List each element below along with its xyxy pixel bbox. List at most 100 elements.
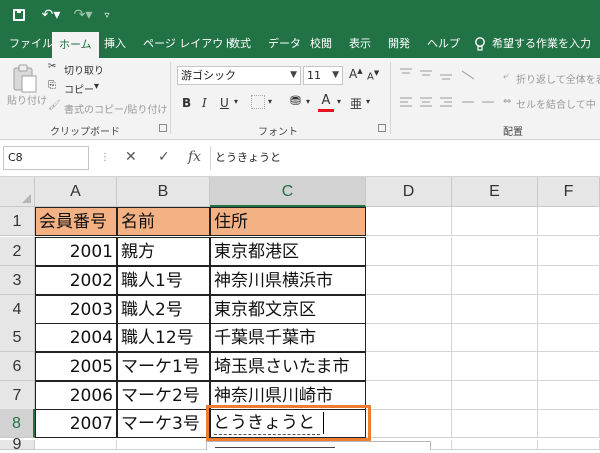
row-header-1[interactable]: 1 bbox=[0, 207, 35, 236]
cell-a4[interactable]: 2003 bbox=[35, 295, 117, 324]
border-dropdown-caret[interactable]: ▾ bbox=[268, 97, 272, 106]
font-color-dropdown-caret[interactable]: ▾ bbox=[337, 97, 341, 106]
cell-c2[interactable]: 東京都港区 bbox=[210, 237, 366, 266]
phonetic-dropdown-caret[interactable]: ▾ bbox=[366, 97, 370, 106]
column-header-c[interactable]: C bbox=[210, 177, 366, 207]
cell-d6[interactable] bbox=[366, 352, 452, 381]
cell-b6[interactable]: マーケ1号 bbox=[117, 352, 210, 381]
ime-composition-text[interactable]: とうきょうと bbox=[213, 410, 323, 436]
cell-d3[interactable] bbox=[366, 266, 452, 295]
phonetic-button[interactable]: 亜 bbox=[350, 95, 362, 112]
cell-c4[interactable]: 東京都文京区 bbox=[210, 295, 366, 324]
formula-input[interactable]: とうきょうと bbox=[210, 146, 600, 170]
cell-b1[interactable]: 名前 bbox=[117, 207, 210, 236]
column-header-b[interactable]: B bbox=[117, 177, 210, 207]
cell-a6[interactable]: 2005 bbox=[35, 352, 117, 381]
cell-a5[interactable]: 2004 bbox=[35, 323, 117, 352]
cell-f1[interactable] bbox=[538, 207, 600, 236]
paste-button[interactable]: 貼り付け bbox=[7, 92, 47, 107]
tab-formulas[interactable]: 数式 bbox=[229, 30, 251, 58]
insert-function-icon[interactable]: fx bbox=[188, 149, 201, 165]
merge-center-button[interactable]: セルを結合して中 bbox=[516, 96, 596, 111]
cut-button[interactable]: 切り取り bbox=[64, 62, 104, 77]
cell-b5[interactable]: 職人12号 bbox=[117, 323, 210, 352]
select-all-corner[interactable] bbox=[0, 177, 35, 207]
wrap-text-button[interactable]: 折り返して全体を表 bbox=[516, 71, 600, 86]
cell-c1[interactable]: 住所 bbox=[210, 207, 366, 236]
name-box[interactable]: C8 bbox=[3, 146, 89, 170]
column-header-f[interactable]: F bbox=[538, 177, 600, 207]
column-header-a[interactable]: A bbox=[35, 177, 117, 207]
tell-me-search[interactable]: 希望する作業を入力 bbox=[492, 30, 591, 58]
cell-b9[interactable] bbox=[117, 440, 210, 450]
font-color-button[interactable]: A bbox=[318, 93, 334, 112]
customize-qat-button[interactable]: ▿ bbox=[100, 0, 114, 30]
cell-e1[interactable] bbox=[452, 207, 538, 236]
cell-f4[interactable] bbox=[538, 295, 600, 324]
fill-dropdown-caret[interactable]: ▾ bbox=[306, 97, 310, 106]
cell-d8[interactable] bbox=[366, 409, 452, 438]
cell-a2[interactable]: 2001 bbox=[35, 237, 117, 266]
tab-help[interactable]: ヘルプ bbox=[427, 30, 460, 58]
cell-d4[interactable] bbox=[366, 295, 452, 324]
cell-c3[interactable]: 神奈川県横浜市 bbox=[210, 266, 366, 295]
font-launcher[interactable] bbox=[378, 124, 386, 132]
column-header-d[interactable]: D bbox=[366, 177, 452, 207]
clipboard-launcher[interactable] bbox=[159, 124, 167, 132]
row-header-2[interactable]: 2 bbox=[0, 237, 35, 266]
enter-check-icon[interactable]: ✓ bbox=[158, 149, 170, 165]
cell-e9[interactable] bbox=[452, 440, 538, 450]
cell-d5[interactable] bbox=[366, 323, 452, 352]
cell-f5[interactable] bbox=[538, 323, 600, 352]
border-icon[interactable] bbox=[251, 95, 265, 109]
tab-page-layout[interactable]: ページ レイアウト bbox=[143, 30, 234, 58]
cell-e7[interactable] bbox=[452, 381, 538, 410]
ime-candidate-popup[interactable] bbox=[206, 441, 431, 450]
cell-f9[interactable] bbox=[538, 440, 600, 450]
underline-button[interactable]: U bbox=[220, 96, 229, 110]
row-header-9[interactable]: 9 bbox=[0, 437, 35, 453]
cell-d7[interactable] bbox=[366, 381, 452, 410]
bold-button[interactable]: B bbox=[182, 96, 191, 110]
undo-button[interactable]: ↶▾ bbox=[38, 0, 64, 30]
cell-e5[interactable] bbox=[452, 323, 538, 352]
underline-dropdown-caret[interactable]: ▾ bbox=[234, 97, 238, 106]
row-header-5[interactable]: 5 bbox=[0, 323, 35, 352]
cell-e2[interactable] bbox=[452, 237, 538, 266]
cell-d1[interactable] bbox=[366, 207, 452, 236]
tab-developer[interactable]: 開発 bbox=[388, 30, 410, 58]
copy-button[interactable]: コピー bbox=[64, 81, 94, 96]
cell-e8[interactable] bbox=[452, 409, 538, 438]
cell-f2[interactable] bbox=[538, 237, 600, 266]
row-header-8[interactable]: 8 bbox=[0, 409, 35, 438]
cell-c6[interactable]: 埼玉県さいたま市 bbox=[210, 352, 366, 381]
cell-c5[interactable]: 千葉県千葉市 bbox=[210, 323, 366, 352]
cell-a8[interactable]: 2007 bbox=[35, 409, 117, 438]
cell-b4[interactable]: 職人2号 bbox=[117, 295, 210, 324]
row-header-4[interactable]: 4 bbox=[0, 295, 35, 324]
cell-f7[interactable] bbox=[538, 381, 600, 410]
format-painter-button[interactable]: 書式のコピー/貼り付け bbox=[64, 101, 167, 116]
cell-a9[interactable] bbox=[35, 440, 117, 450]
cell-d2[interactable] bbox=[366, 237, 452, 266]
cell-f8[interactable] bbox=[538, 409, 600, 438]
tab-file[interactable]: ファイル bbox=[9, 30, 53, 58]
tab-home[interactable]: ホーム bbox=[52, 32, 99, 58]
cell-a7[interactable]: 2006 bbox=[35, 381, 117, 410]
cell-b8[interactable]: マーケ3号 bbox=[117, 409, 210, 438]
tab-data[interactable]: データ bbox=[268, 30, 301, 58]
fill-color-icon[interactable]: ⛃ bbox=[290, 94, 301, 109]
tab-view[interactable]: 表示 bbox=[349, 30, 371, 58]
cell-a3[interactable]: 2002 bbox=[35, 266, 117, 295]
row-header-6[interactable]: 6 bbox=[0, 352, 35, 381]
cell-b2[interactable]: 親方 bbox=[117, 237, 210, 266]
copy-dropdown-caret[interactable]: ▾ bbox=[94, 81, 99, 92]
cell-b7[interactable]: マーケ2号 bbox=[117, 381, 210, 410]
cell-f3[interactable] bbox=[538, 266, 600, 295]
cell-f6[interactable] bbox=[538, 352, 600, 381]
cell-a1[interactable]: 会員番号 bbox=[35, 207, 117, 236]
row-header-3[interactable]: 3 bbox=[0, 266, 35, 295]
tab-review[interactable]: 校閲 bbox=[310, 30, 332, 58]
cell-e6[interactable] bbox=[452, 352, 538, 381]
redo-button[interactable]: ↷▾ bbox=[70, 0, 96, 30]
